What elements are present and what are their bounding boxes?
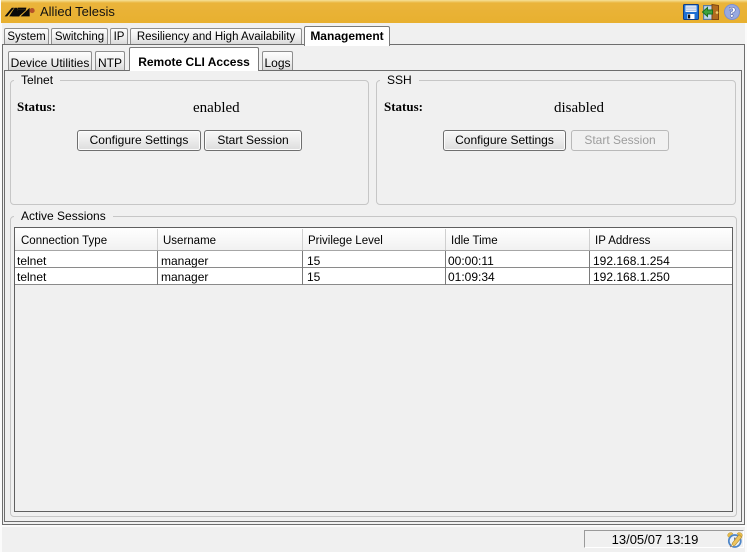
svg-text:?: ? <box>729 5 736 20</box>
